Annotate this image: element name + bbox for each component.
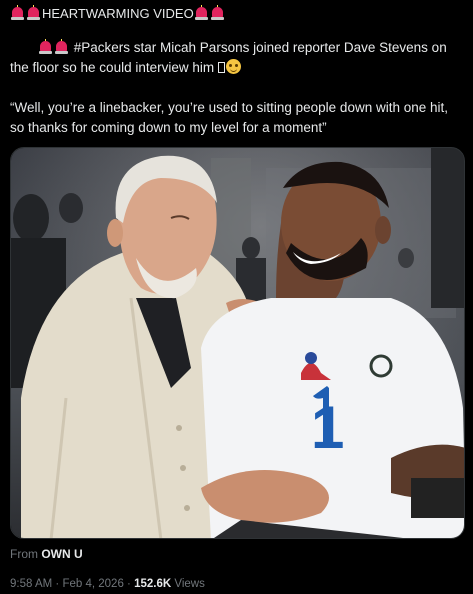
source-attribution: From OWN U [10, 547, 83, 561]
source-link[interactable]: OWN U [41, 547, 82, 561]
tweet: HEARTWARMING VIDEO #Packers star Micah P… [0, 0, 473, 594]
siren-icon [54, 39, 69, 54]
meta-separator: · [55, 578, 60, 590]
views-count: 152.6K [134, 578, 172, 590]
post-date[interactable]: Feb 4, 2026 [62, 578, 123, 590]
headline-text: HEARTWARMING VIDEO [42, 6, 194, 21]
siren-icon [194, 5, 209, 20]
siren-icon [210, 5, 225, 20]
views-label: Views [174, 578, 205, 590]
attached-photo[interactable]: 1 [10, 147, 465, 539]
tweet-metadata: 9:58 AM · Feb 4, 2026 · 152.6K Views [10, 578, 205, 590]
unknown-glyph-icon [217, 62, 225, 73]
headline-line: HEARTWARMING VIDEO [10, 5, 226, 21]
post-time[interactable]: 9:58 AM [10, 578, 52, 590]
photo-illustration: 1 [11, 148, 464, 538]
meta-separator: · [127, 578, 131, 590]
smiling-face-icon [225, 59, 241, 74]
svg-text:1: 1 [311, 394, 344, 461]
siren-icon [10, 5, 25, 20]
quote-text: “Well, you’re a linebacker, you’re used … [10, 100, 448, 135]
tweet-body: #Packers star Micah Parsons joined repor… [10, 38, 465, 78]
source-prefix: From [10, 547, 38, 561]
siren-icon [26, 5, 41, 20]
siren-icon [38, 39, 53, 54]
